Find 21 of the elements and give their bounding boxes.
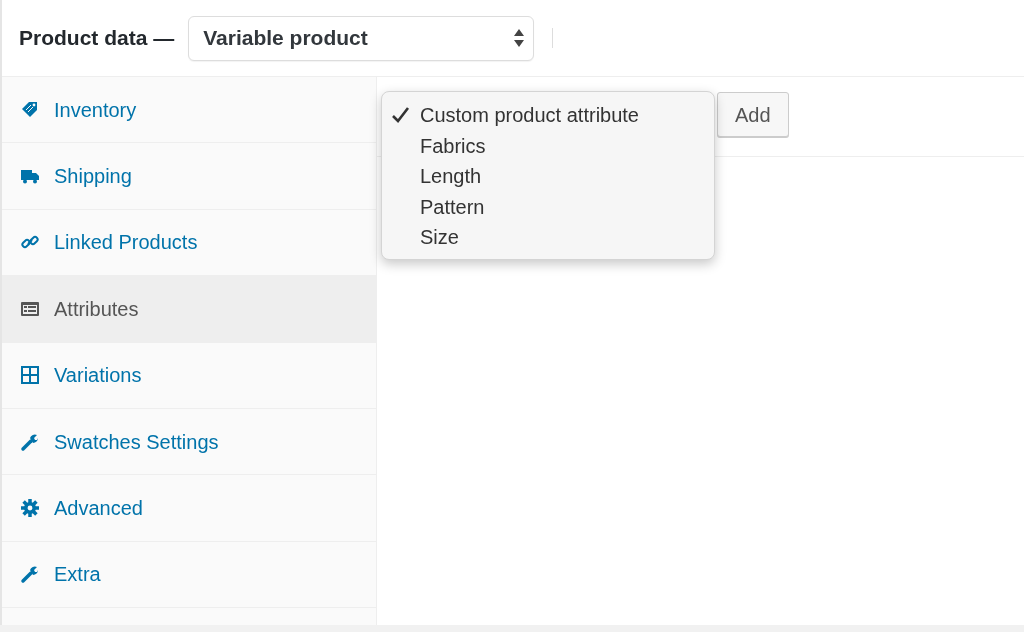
sidebar-tab[interactable]: Attributes bbox=[2, 276, 376, 343]
wrench-icon bbox=[20, 564, 40, 585]
sidebar-tab[interactable]: Swatches Settings bbox=[2, 408, 376, 476]
dropdown-option[interactable]: Pattern bbox=[382, 191, 714, 222]
dropdown-option[interactable]: Size bbox=[382, 222, 714, 253]
dropdown-option[interactable]: Length bbox=[382, 161, 714, 192]
product-type-select[interactable]: Variable product bbox=[188, 15, 535, 61]
sidebar-tab[interactable]: Extra bbox=[2, 541, 376, 609]
sidebar-tab[interactable]: Shipping bbox=[2, 143, 376, 210]
dropdown-option[interactable]: Custom product attribute bbox=[382, 100, 714, 131]
grid-icon bbox=[20, 365, 40, 386]
tag-icon bbox=[20, 99, 40, 120]
wrench-icon bbox=[20, 431, 40, 452]
add-button[interactable]: Add bbox=[717, 92, 789, 137]
sidebar-tab[interactable]: Variations bbox=[2, 342, 376, 409]
dropdown-option[interactable]: Fabrics bbox=[382, 130, 714, 161]
gear-icon bbox=[20, 498, 40, 519]
panel-title: Product data — bbox=[19, 25, 175, 52]
updown-arrows-icon bbox=[513, 27, 526, 49]
sidebar-tab[interactable]: Inventory bbox=[2, 77, 376, 144]
sidebar-tab[interactable]: Advanced bbox=[2, 475, 376, 542]
